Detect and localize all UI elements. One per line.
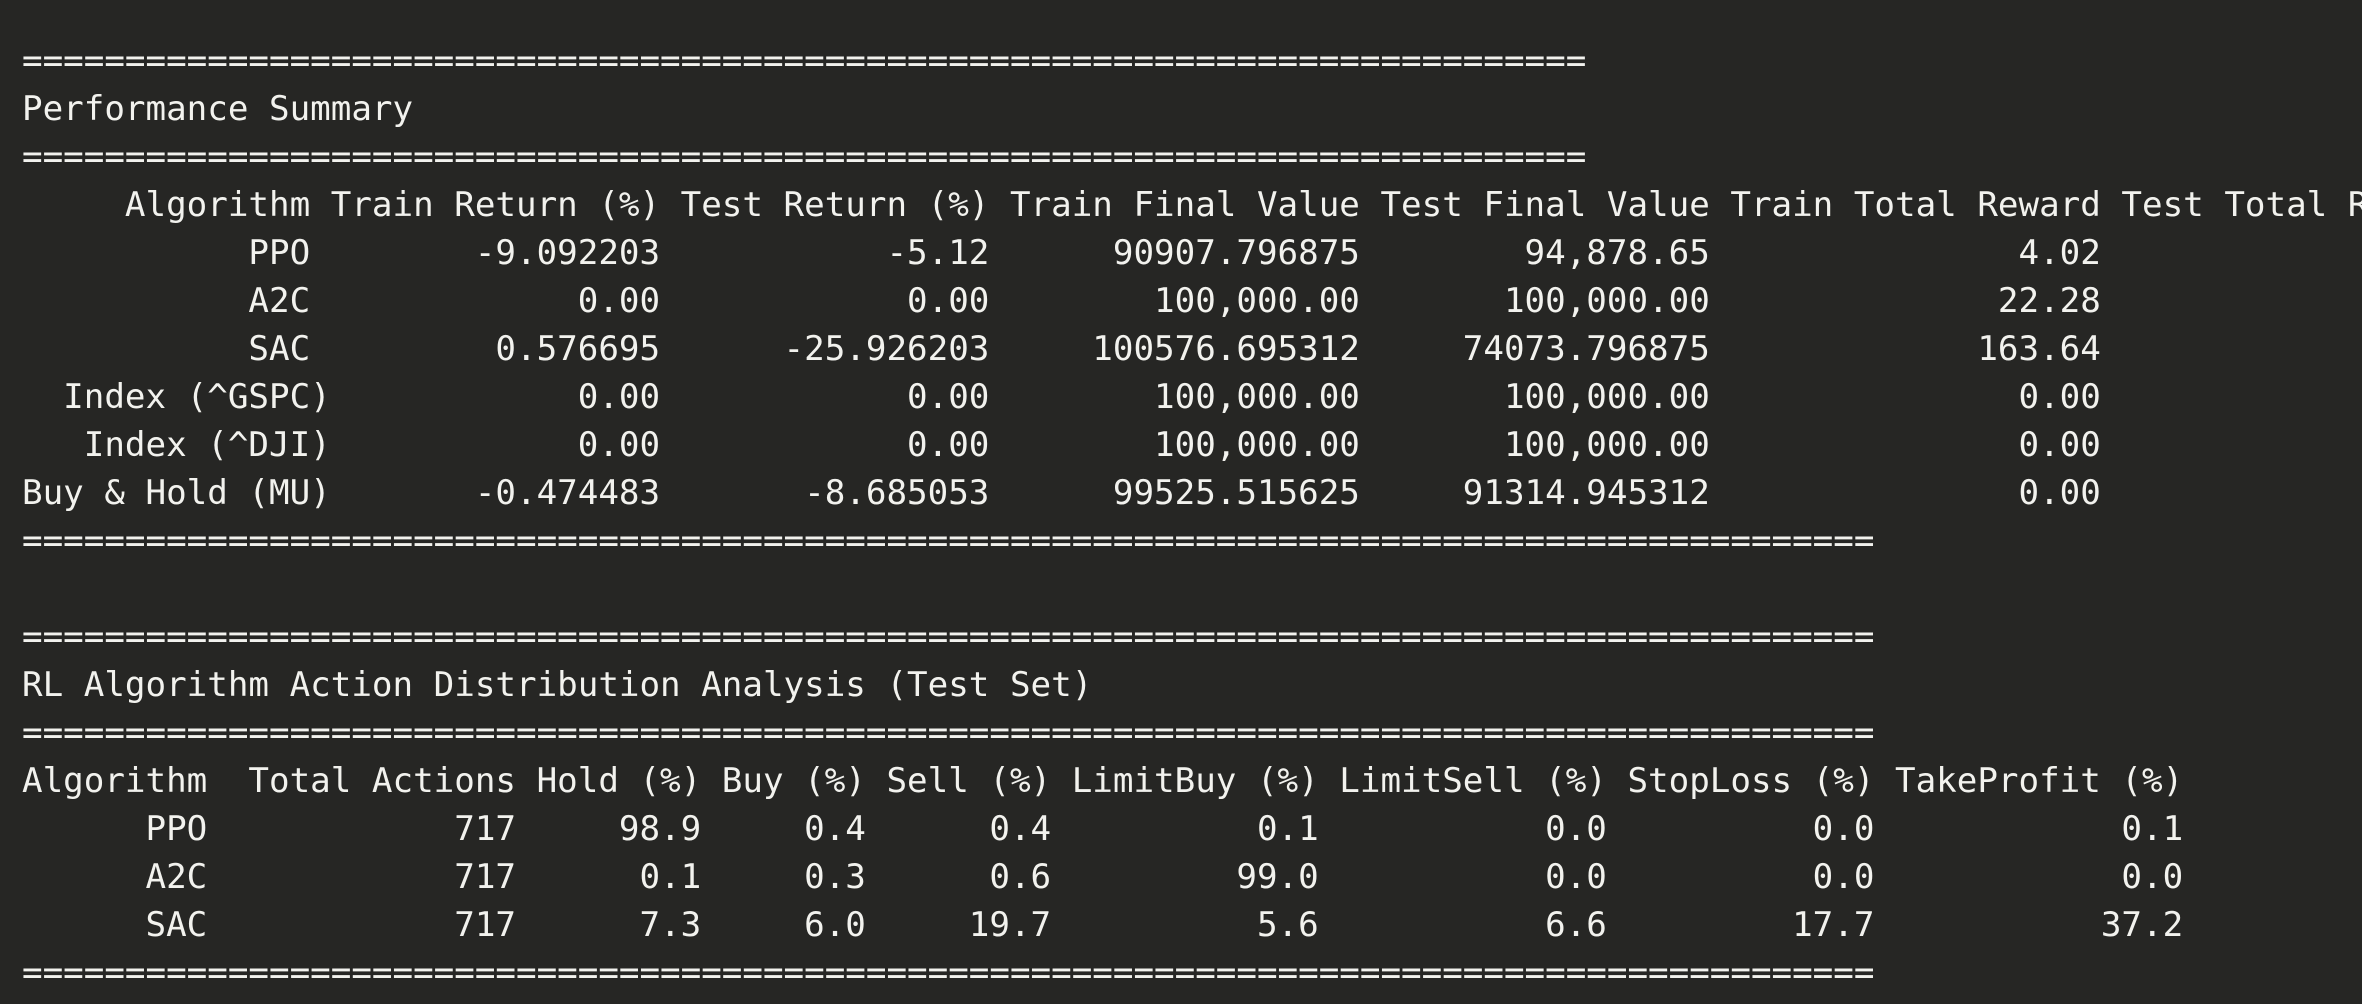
action-distribution-title: RL Algorithm Action Distribution Analysi…: [22, 665, 1093, 705]
action-row-ppo: PPO 717 98.9 0.4 0.4 0.1 0.0 0.0 0.1: [22, 809, 2184, 849]
separator-line: ========================================…: [22, 953, 1875, 993]
terminal-output: ========================================…: [22, 37, 2362, 997]
action-row-a2c: A2C 717 0.1 0.3 0.6 99.0 0.0 0.0 0.0: [22, 857, 2184, 897]
performance-row-index-gspc: Index (^GSPC) 0.00 0.00 100,000.00 100,0…: [22, 377, 2362, 417]
action-table-header: Algorithm Total Actions Hold (%) Buy (%)…: [22, 761, 2184, 801]
separator-line: ========================================…: [22, 137, 1587, 177]
performance-summary-title: Performance Summary: [22, 89, 414, 129]
performance-row-sac: SAC 0.576695 -25.926203 100576.695312 74…: [22, 329, 2362, 369]
separator-line: ========================================…: [22, 521, 1875, 561]
performance-table-header: Algorithm Train Return (%) Test Return (…: [22, 185, 2362, 225]
performance-row-buy-hold-mu: Buy & Hold (MU) -0.474483 -8.685053 9952…: [22, 473, 2362, 513]
separator-line: ========================================…: [22, 713, 1875, 753]
performance-row-index-dji: Index (^DJI) 0.00 0.00 100,000.00 100,00…: [22, 425, 2362, 465]
separator-line: ========================================…: [22, 617, 1875, 657]
performance-row-ppo: PPO -9.092203 -5.12 90907.796875 94,878.…: [22, 233, 2362, 273]
performance-row-a2c: A2C 0.00 0.00 100,000.00 100,000.00 22.2…: [22, 281, 2362, 321]
separator-line: ========================================…: [22, 41, 1587, 81]
action-row-sac: SAC 717 7.3 6.0 19.7 5.6 6.6 17.7 37.2: [22, 905, 2184, 945]
